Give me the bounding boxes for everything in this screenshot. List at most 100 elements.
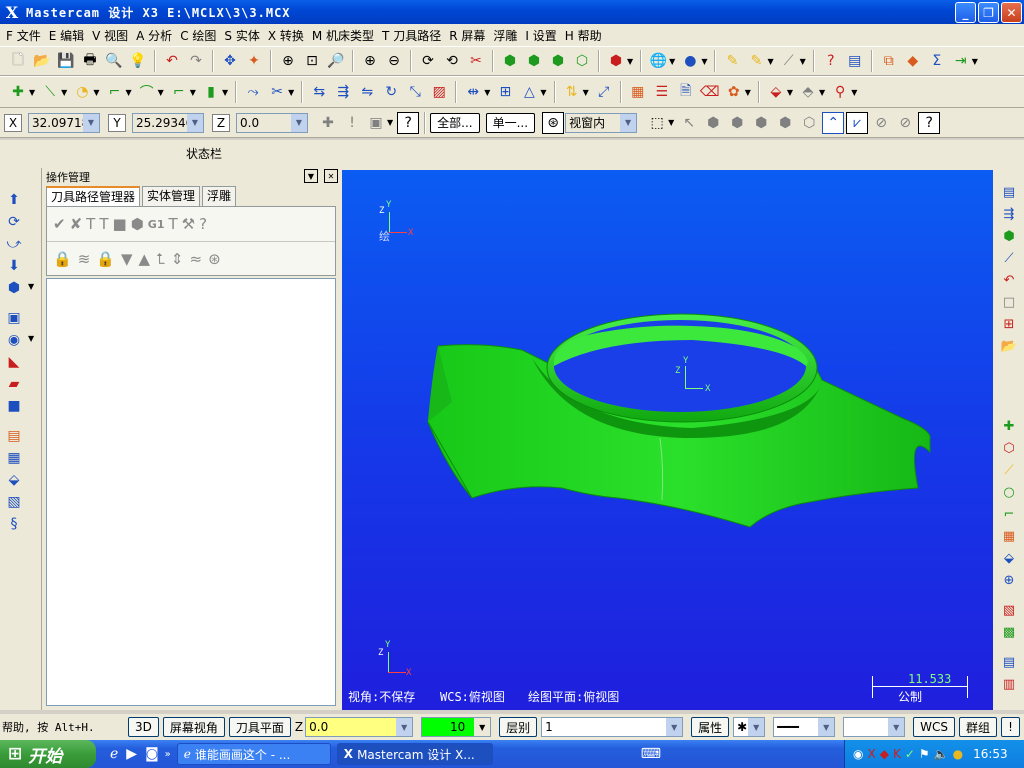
- properties-icon[interactable]: 💡: [127, 50, 149, 72]
- wcs-button[interactable]: WCS: [913, 717, 956, 737]
- chevron-down-icon[interactable]: ▼: [748, 718, 765, 736]
- chain-icon[interactable]: ⧉: [878, 50, 900, 72]
- scale-icon[interactable]: ⤡: [404, 81, 426, 103]
- measure-icon[interactable]: ⟋: [778, 50, 800, 72]
- tab-solids-manager[interactable]: 实体管理: [142, 186, 201, 206]
- print-preview-icon[interactable]: 🔍: [103, 50, 125, 72]
- machine-icon[interactable]: ⚲: [829, 81, 851, 103]
- rotate-view-icon[interactable]: ⟳: [417, 50, 439, 72]
- box-icon[interactable]: ▣: [4, 308, 24, 328]
- rotate-icon[interactable]: ↻: [380, 81, 402, 103]
- edge-select-icon[interactable]: ⬢: [774, 112, 796, 134]
- fillet-solid-icon[interactable]: ◣: [4, 352, 24, 372]
- select-single-button[interactable]: 单一...: [485, 112, 536, 133]
- chevron-down-icon[interactable]: ▼: [666, 718, 683, 736]
- page-icon[interactable]: 🗎: [675, 81, 697, 103]
- color-tool-icon[interactable]: ▩: [999, 622, 1019, 642]
- rotate-solid-icon[interactable]: ⟳: [4, 212, 24, 232]
- toolpath-list-icon[interactable]: ▤: [999, 182, 1019, 202]
- view-cube-front-icon[interactable]: ⬢: [523, 50, 545, 72]
- view-cube-top-icon[interactable]: ⬢: [499, 50, 521, 72]
- show-hide-icon[interactable]: ≈: [189, 250, 202, 268]
- high-speed-icon[interactable]: T: [168, 215, 177, 233]
- media-player-icon[interactable]: ▶: [126, 746, 137, 762]
- blank-square-icon[interactable]: □: [999, 292, 1019, 312]
- chevron-down-icon[interactable]: ▼: [474, 718, 491, 736]
- sweep-icon[interactable]: ⤻: [4, 234, 24, 254]
- point-style-field[interactable]: ✱ ▼: [733, 717, 766, 737]
- z-coord-field[interactable]: 0.0 ▼: [236, 112, 308, 133]
- vertex-select-icon[interactable]: ⬡: [798, 112, 820, 134]
- chevron-down-icon[interactable]: ▼: [83, 113, 99, 132]
- restore-button[interactable]: ❐: [978, 2, 999, 23]
- move-up-icon[interactable]: ▲: [139, 250, 151, 268]
- x-coord-label[interactable]: X: [4, 113, 22, 132]
- k-tray-icon[interactable]: K: [893, 747, 901, 761]
- line-tool-icon[interactable]: ⟋: [999, 460, 1019, 480]
- select-all-button[interactable]: 全部...: [430, 112, 480, 133]
- zoom-out-icon[interactable]: ⊖: [383, 50, 405, 72]
- stretch-icon[interactable]: ⇹: [462, 81, 484, 103]
- taskbar-item-mastercam[interactable]: X Mastercam 设计 X...: [336, 743, 493, 765]
- grid-icon[interactable]: ▦: [627, 81, 649, 103]
- regenerate-icon[interactable]: T: [86, 215, 95, 233]
- point-plus-icon[interactable]: ✚: [999, 416, 1019, 436]
- toolpath-tree[interactable]: [46, 278, 336, 706]
- repaint-icon[interactable]: ✦: [243, 50, 265, 72]
- draft-icon[interactable]: ▧: [4, 492, 24, 512]
- undo-arc-icon[interactable]: ↶: [999, 270, 1019, 290]
- line-style-field[interactable]: ━━━ ▼: [773, 717, 836, 737]
- boolean-add-icon[interactable]: ▤: [4, 426, 24, 446]
- selection-mask-icon[interactable]: ⊛: [542, 111, 565, 134]
- zoom-fit-icon[interactable]: ⊡: [301, 50, 323, 72]
- fast-point-icon[interactable]: ▣: [365, 112, 387, 134]
- ruler-icon[interactable]: ⟋: [999, 248, 1019, 268]
- boolean-common-icon[interactable]: ⬙: [4, 470, 24, 490]
- translate-icon[interactable]: ⇆: [308, 81, 330, 103]
- menu-toolpaths[interactable]: T 刀具路径: [380, 27, 447, 44]
- globe-tool-icon[interactable]: ⊕: [999, 570, 1019, 590]
- groups-button[interactable]: 群组: [959, 717, 998, 737]
- zoom-target-icon[interactable]: 🔎: [325, 50, 347, 72]
- exit-icon[interactable]: ⇥: [950, 50, 972, 72]
- surface-icon[interactable]: ⬙: [765, 81, 787, 103]
- rect-array-icon[interactable]: ⊞: [494, 81, 516, 103]
- arrow-up-icon[interactable]: ⬆: [4, 190, 24, 210]
- grid-red-icon[interactable]: ⊞: [999, 314, 1019, 334]
- create-chamfer-icon[interactable]: ⌐: [168, 81, 190, 103]
- graphics-viewport[interactable]: Y Z X 绘 Y Z X Y Z X 视角:不保存 WCS:俯视图 绘图平面:…: [342, 170, 993, 710]
- ie-icon[interactable]: ℯ: [110, 746, 118, 762]
- layer-tool-icon[interactable]: ▤: [999, 652, 1019, 672]
- open-folder-icon[interactable]: 📂: [31, 50, 53, 72]
- line-width-field[interactable]: ▼: [843, 717, 906, 737]
- selected-icon[interactable]: ⊛: [208, 250, 221, 268]
- chain-select-icon[interactable]: ⌃: [822, 111, 845, 134]
- face-select-icon[interactable]: ⬢: [726, 112, 748, 134]
- layer-field[interactable]: 1 ▼: [541, 717, 684, 737]
- cursor-select-icon[interactable]: ↖: [678, 112, 700, 134]
- body-select-icon[interactable]: ⬢: [750, 112, 772, 134]
- menu-file[interactable]: F 文件: [4, 27, 47, 44]
- create-point-icon[interactable]: ✚: [7, 81, 29, 103]
- cancel-select-icon[interactable]: ⊘: [870, 112, 892, 134]
- menu-art[interactable]: 浮雕: [491, 27, 523, 44]
- zoom-window-icon[interactable]: ⊕: [277, 50, 299, 72]
- chamfer-solid-icon[interactable]: ▰: [4, 374, 24, 394]
- art-icon[interactable]: ◆: [902, 50, 924, 72]
- delete-ops-icon[interactable]: ⚒: [182, 215, 195, 233]
- loft-icon[interactable]: ⬢: [4, 278, 24, 298]
- trim-icon[interactable]: ⤳: [242, 81, 264, 103]
- fillet-tool-icon[interactable]: ⌐: [999, 504, 1019, 524]
- rect-tool-icon[interactable]: ▦: [999, 526, 1019, 546]
- clear-colors-icon[interactable]: ✂: [465, 50, 487, 72]
- view-cube-right-icon[interactable]: ⬢: [547, 50, 569, 72]
- offset-icon[interactable]: ▨: [428, 81, 450, 103]
- dynamic-rotate-icon[interactable]: ⟲: [441, 50, 463, 72]
- z-coord-label[interactable]: Z: [212, 113, 230, 132]
- pencil-icon[interactable]: ✎: [721, 50, 743, 72]
- save-icon[interactable]: 💾: [55, 50, 77, 72]
- pan-icon[interactable]: ✥: [219, 50, 241, 72]
- open-green-icon[interactable]: 📂: [999, 336, 1019, 356]
- 3d-toggle-button[interactable]: 3D: [128, 717, 159, 737]
- attributes-button[interactable]: 属性: [691, 717, 730, 737]
